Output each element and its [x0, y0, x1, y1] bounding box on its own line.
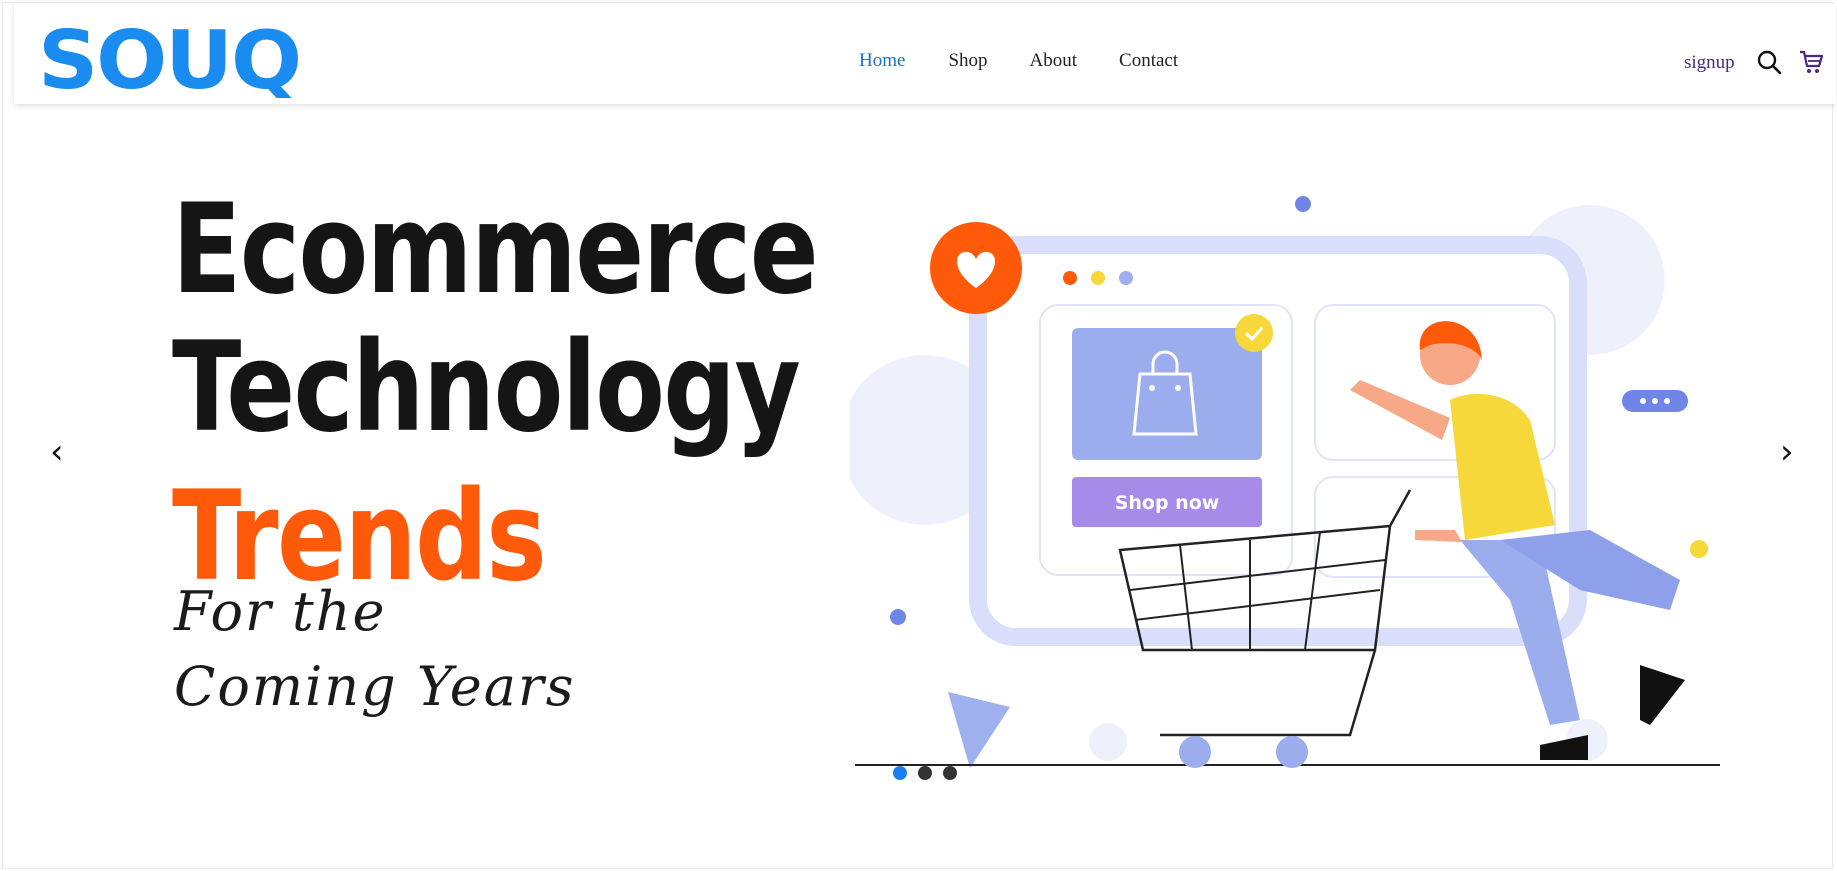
nav-about[interactable]: About	[1030, 50, 1078, 72]
souq-logo[interactable]: SOUQ	[38, 18, 308, 98]
nav-contact[interactable]: Contact	[1119, 50, 1178, 72]
navbar: SOUQ Home Shop About Contact signup	[14, 4, 1836, 104]
carousel-dot-1[interactable]	[893, 766, 907, 780]
nav-home[interactable]: Home	[859, 50, 905, 72]
shopping-illustration: Shop now	[850, 196, 1720, 768]
nav-shop[interactable]: Shop	[948, 50, 987, 72]
carousel-next-button[interactable]: ›	[1780, 435, 1794, 469]
carousel-dot-2[interactable]	[918, 766, 932, 780]
cart-icon[interactable]	[1798, 49, 1824, 75]
search-icon[interactable]	[1756, 49, 1782, 75]
hero-subtitle-2: Coming Years	[174, 655, 576, 718]
logo-text: SOUQ	[38, 18, 300, 98]
headline-line-2: Technology	[172, 316, 801, 460]
carousel-indicators	[893, 766, 957, 780]
carousel-dot-3[interactable]	[943, 766, 957, 780]
headline-line-1: Ecommerce	[172, 178, 819, 322]
carousel-prev-button[interactable]: ‹	[50, 435, 64, 469]
main-nav: Home Shop About Contact	[859, 50, 1178, 72]
illustration-shop-now-label: Shop now	[1115, 492, 1220, 514]
hero-carousel: ‹ › Ecommerce Technology Trends For the …	[0, 110, 1837, 810]
hero-subtitle-1: For the	[174, 580, 387, 643]
signup-link[interactable]: signup	[1684, 52, 1735, 74]
